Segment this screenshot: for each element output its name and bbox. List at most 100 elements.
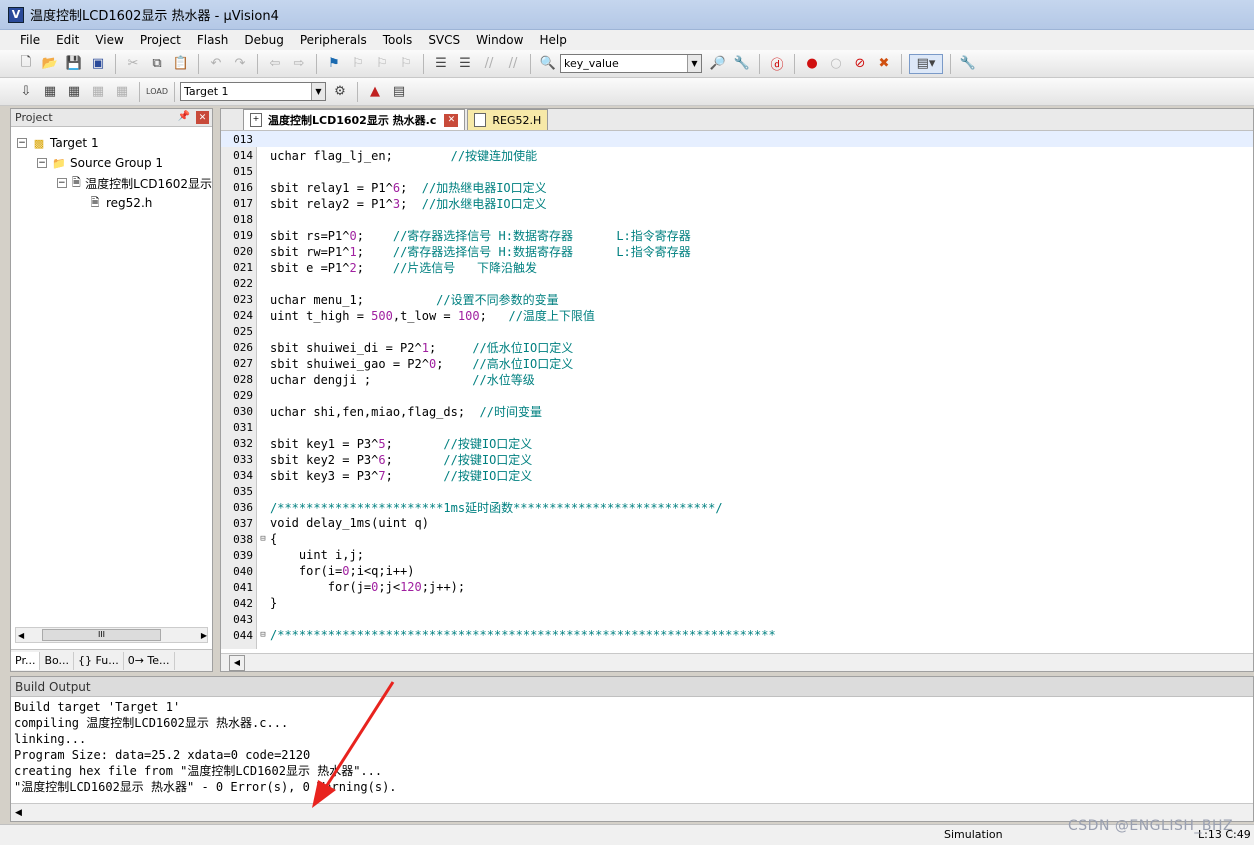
scroll-left-icon[interactable]: ◀ <box>18 631 24 640</box>
menu-view[interactable]: View <box>87 33 131 47</box>
code-line[interactable]: 036 /***********************1ms延时函数******… <box>221 499 1253 515</box>
code-line[interactable]: 044 ⊟/***********************************… <box>221 627 1253 643</box>
tab-project[interactable]: Pr... <box>11 651 41 670</box>
code-line[interactable]: 020 sbit rw=P1^1; //寄存器选择信号 H:数据寄存器 L:指令寄… <box>221 243 1253 259</box>
scroll-left-icon[interactable]: ◀ <box>15 808 22 818</box>
menu-tools[interactable]: Tools <box>375 33 421 47</box>
disable-all-breakpoints-icon[interactable]: ⊘ <box>850 54 870 74</box>
redo-icon[interactable]: ↷ <box>230 54 250 74</box>
code-line[interactable]: 043 <box>221 611 1253 627</box>
code-line[interactable]: 014 uchar flag_lj_en; //按键连加使能 <box>221 147 1253 163</box>
code-line[interactable]: 013 <box>221 131 1253 147</box>
chevron-down-icon[interactable]: ▼ <box>687 55 701 72</box>
code-line[interactable]: 039 uint i,j; <box>221 547 1253 563</box>
target-options-icon[interactable]: ⚙ <box>330 82 350 102</box>
clear-bookmarks-icon[interactable]: ⚐ <box>396 54 416 74</box>
tab-functions[interactable]: {} Fu... <box>74 651 124 670</box>
menu-file[interactable]: File <box>12 33 48 47</box>
fold-toggle-icon[interactable]: ⊟ <box>257 533 269 545</box>
find-in-files-icon[interactable]: 🔍 <box>538 54 558 74</box>
disable-breakpoint-icon[interactable]: ○ <box>826 54 846 74</box>
copy-icon[interactable]: ⧉ <box>147 54 167 74</box>
code-line[interactable]: 024 uint t_high = 500,t_low = 100; //温度上下… <box>221 307 1253 323</box>
scroll-thumb[interactable]: III <box>42 629 161 641</box>
editor-hscrollbar[interactable]: ◀ <box>221 653 1253 671</box>
code-line[interactable]: 032 sbit key1 = P3^5; //按键IO口定义 <box>221 435 1253 451</box>
code-line[interactable]: 025 <box>221 323 1253 339</box>
code-line[interactable]: 015 <box>221 163 1253 179</box>
code-line[interactable]: 027 sbit shuiwei_gao = P2^0; //高水位IO口定义 <box>221 355 1253 371</box>
stop-build-icon[interactable]: ▦ <box>112 82 132 102</box>
code-area[interactable]: 013 014 uchar flag_lj_en; //按键连加使能 015 016 sb… <box>221 131 1253 649</box>
code-line[interactable]: 030 uchar shi,fen,miao,flag_ds; //时间变量 <box>221 403 1253 419</box>
rebuild-icon[interactable]: ▦ <box>64 82 84 102</box>
tree-item-h-file[interactable]: 🗎 reg52.h <box>17 193 212 213</box>
kill-all-breakpoints-icon[interactable]: ✖ <box>874 54 894 74</box>
window-layout-icon[interactable]: ▤▾ <box>909 53 943 74</box>
code-line[interactable]: 026 sbit shuiwei_di = P2^1; //低水位IO口定义 <box>221 339 1253 355</box>
menu-debug[interactable]: Debug <box>236 33 291 47</box>
code-line[interactable]: 038 ⊟{ <box>221 531 1253 547</box>
tree-item-target[interactable]: − ▩ Target 1 <box>17 133 212 153</box>
collapse-icon[interactable]: − <box>37 158 47 168</box>
menu-window[interactable]: Window <box>468 33 531 47</box>
browse-icon[interactable]: 🔧 <box>732 54 752 74</box>
paste-icon[interactable]: 📋 <box>171 54 191 74</box>
menu-flash[interactable]: Flash <box>189 33 236 47</box>
code-line[interactable]: 033 sbit key2 = P3^6; //按键IO口定义 <box>221 451 1253 467</box>
build-output-hscrollbar[interactable]: ◀ <box>11 803 1253 821</box>
configure-icon[interactable]: 🔧 <box>958 54 978 74</box>
new-file-icon[interactable]: 🗋 <box>16 54 36 74</box>
build-icon[interactable]: ▦ <box>40 82 60 102</box>
unindent-icon[interactable]: ☰ <box>455 54 475 74</box>
scroll-left-icon[interactable]: ◀ <box>229 654 245 671</box>
code-line[interactable]: 042} <box>221 595 1253 611</box>
menu-svcs[interactable]: SVCS <box>420 33 468 47</box>
indent-icon[interactable]: ☰ <box>431 54 451 74</box>
comment-icon[interactable]: // <box>479 54 499 74</box>
pin-icon[interactable]: 📌 <box>178 111 190 122</box>
fold-toggle-icon[interactable]: ⊟ <box>257 629 269 641</box>
bookmark-icon[interactable]: ⚑ <box>324 54 344 74</box>
code-line[interactable]: 029 <box>221 387 1253 403</box>
tab-main-c[interactable]: + 温度控制LCD1602显示 热水器.c ✕ <box>243 109 466 130</box>
next-bookmark-icon[interactable]: ⚐ <box>372 54 392 74</box>
tab-templates[interactable]: 0→ Te... <box>124 651 175 670</box>
code-line[interactable]: 023 uchar menu_1; //设置不同参数的变量 <box>221 291 1253 307</box>
close-icon[interactable]: ✕ <box>444 113 459 127</box>
code-line[interactable]: 031 <box>221 419 1253 435</box>
find-combo[interactable]: key_value ▼ <box>560 54 702 73</box>
save-icon[interactable]: 💾 <box>64 54 84 74</box>
target-combo[interactable]: Target 1 ▼ <box>180 82 326 101</box>
scroll-right-icon[interactable]: ▶ <box>201 631 207 640</box>
code-line[interactable]: 041 for(j=0;j<120;j++); <box>221 579 1253 595</box>
save-all-icon[interactable]: ▣ <box>88 54 108 74</box>
project-hscrollbar[interactable]: ◀ III ▶ <box>15 627 208 643</box>
menu-peripherals[interactable]: Peripherals <box>292 33 375 47</box>
code-line[interactable]: 017 sbit relay2 = P1^3; //加水继电器IO口定义 <box>221 195 1253 211</box>
open-file-icon[interactable]: 📂 <box>40 54 60 74</box>
code-line[interactable]: 019 sbit rs=P1^0; //寄存器选择信号 H:数据寄存器 L:指令寄… <box>221 227 1253 243</box>
tab-books[interactable]: Bo... <box>40 651 75 670</box>
uncomment-icon[interactable]: // <box>503 54 523 74</box>
batch-build-icon[interactable]: ▦ <box>88 82 108 102</box>
code-line[interactable]: 022 <box>221 275 1253 291</box>
code-line[interactable]: 018 <box>221 211 1253 227</box>
tab-reg52-h[interactable]: REG52.H <box>467 109 549 130</box>
undo-icon[interactable]: ↶ <box>206 54 226 74</box>
translate-icon[interactable]: ⇩ <box>16 82 36 102</box>
code-line[interactable]: 037 void delay_1ms(uint q) <box>221 515 1253 531</box>
code-line[interactable]: 028 uchar dengji ; //水位等级 <box>221 371 1253 387</box>
manage-books-icon[interactable]: ▤ <box>389 82 409 102</box>
chevron-down-icon[interactable]: ▼ <box>311 83 325 100</box>
prev-bookmark-icon[interactable]: ⚐ <box>348 54 368 74</box>
code-line[interactable]: 040 for(i=0;i<q;i++) <box>221 563 1253 579</box>
debug-session-icon[interactable]: ⓓ <box>767 54 787 74</box>
menu-edit[interactable]: Edit <box>48 33 87 47</box>
code-line[interactable]: 016 sbit relay1 = P1^6; //加热继电器IO口定义 <box>221 179 1253 195</box>
download-icon[interactable]: LOAD <box>146 82 168 102</box>
nav-back-icon[interactable]: ⇦ <box>265 54 285 74</box>
close-icon[interactable]: ✕ <box>196 111 209 124</box>
menu-project[interactable]: Project <box>132 33 189 47</box>
manage-components-icon[interactable]: ▲ <box>365 82 385 102</box>
